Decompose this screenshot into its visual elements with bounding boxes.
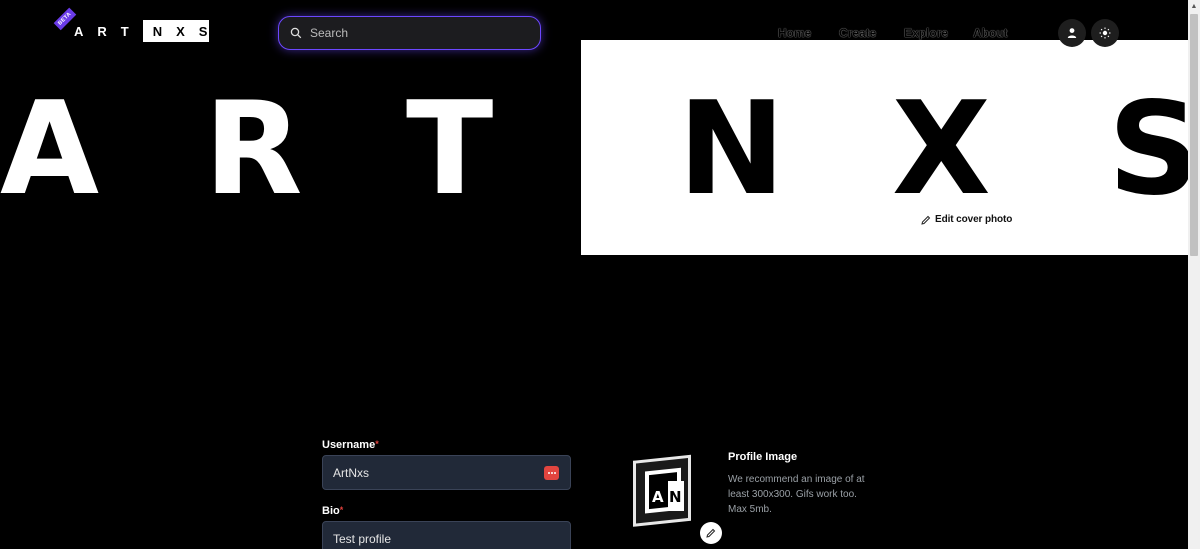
username-label: Username* — [322, 439, 379, 451]
logo-text-right: NXS — [142, 20, 209, 42]
scroll-thumb[interactable] — [1190, 14, 1198, 256]
bio-input[interactable]: Test profile — [322, 521, 571, 549]
bio-label-text: Bio — [322, 505, 340, 517]
cover-letter: T — [406, 75, 494, 224]
required-mark: * — [375, 439, 379, 449]
edit-cover-label: Edit cover photo — [935, 214, 1013, 225]
scrollbar[interactable]: ▲ — [1188, 0, 1200, 549]
cover-letter: R — [204, 75, 303, 224]
nav-explore[interactable]: Explore — [904, 26, 948, 40]
password-manager-icon[interactable] — [544, 466, 559, 480]
search-bar[interactable] — [278, 16, 541, 50]
search-icon — [290, 27, 302, 39]
profile-image-description: We recommend an image of at least 300x30… — [728, 474, 865, 515]
cover-letter: A — [0, 75, 100, 224]
nav-about[interactable]: About — [973, 26, 1008, 40]
theme-toggle-button[interactable] — [1091, 19, 1119, 47]
thumb-letter: A — [652, 488, 664, 506]
profile-image-title: Profile Image — [728, 451, 798, 463]
logo-text-left: ART — [74, 23, 143, 39]
cover-white-panel — [581, 40, 1188, 255]
bio-value: Test profile — [333, 531, 392, 546]
cover-photo: A R T N X S Edit cover photo — [0, 0, 1188, 549]
pencil-icon — [921, 215, 931, 225]
pencil-icon — [706, 528, 716, 538]
nav-create[interactable]: Create — [839, 26, 876, 40]
profile-button[interactable] — [1058, 19, 1086, 47]
profile-image-thumbnail[interactable]: A N — [631, 451, 693, 528]
edit-profile-image-button[interactable] — [700, 522, 722, 544]
search-input[interactable] — [310, 26, 520, 40]
scroll-up-arrow[interactable]: ▲ — [1188, 0, 1200, 12]
username-value: ArtNxs — [333, 465, 369, 480]
username-input[interactable]: ArtNxs — [322, 455, 571, 490]
required-mark: * — [339, 505, 344, 515]
edit-cover-photo-button[interactable]: Edit cover photo — [921, 214, 1012, 225]
logo[interactable]: ART NXS BETA — [53, 7, 209, 46]
thumb-letter: N — [669, 488, 682, 506]
user-icon — [1067, 28, 1077, 38]
cover-letter: X — [892, 75, 991, 224]
bio-label: Bio* — [322, 505, 343, 517]
cover-letter: S — [1108, 75, 1188, 224]
cover-letter: N — [678, 75, 786, 224]
sun-icon — [1099, 27, 1111, 39]
nav-home[interactable]: Home — [778, 26, 811, 40]
username-label-text: Username — [322, 439, 376, 451]
